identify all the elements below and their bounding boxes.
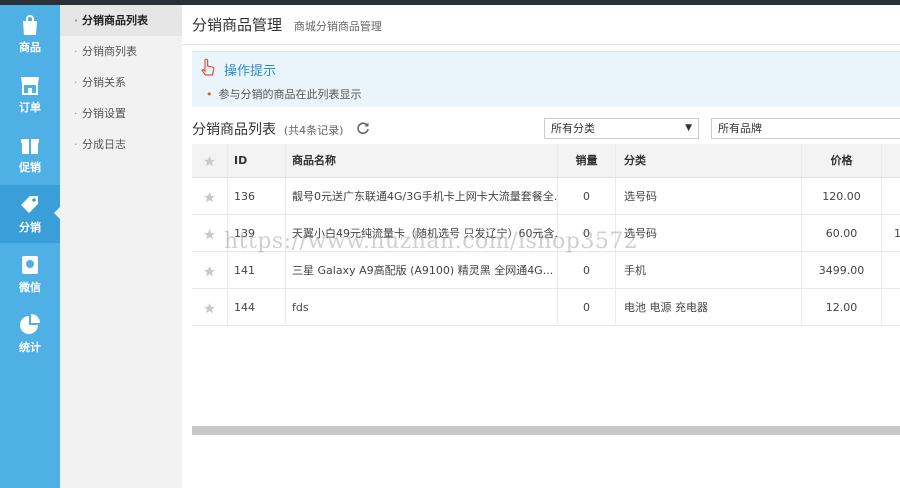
nav-item-stats[interactable]: 统计 [0, 305, 60, 363]
cell-price: 3499.00 [802, 252, 882, 288]
column-header-id[interactable]: ID [228, 144, 286, 177]
store-icon [21, 77, 39, 95]
wechat-icon [22, 256, 38, 274]
pie-chart-icon [20, 314, 40, 334]
cell-stock: 200 [882, 178, 900, 214]
shopping-bag-icon [23, 15, 37, 35]
cell-id: 136 [228, 178, 286, 214]
cell-name[interactable]: fds [286, 289, 558, 325]
star-icon [204, 228, 215, 239]
brand-select-value: 所有品牌 [718, 122, 762, 135]
bullet-icon: • [206, 88, 213, 101]
nav-item-promotion[interactable]: 促销 [0, 125, 60, 183]
cell-category: 选号码 [616, 215, 802, 251]
caret-down-icon: ▼ [685, 123, 692, 133]
nav-label: 商品 [19, 41, 41, 54]
cell-stock: 300 [882, 252, 900, 288]
submenu-item-distributor-list[interactable]: · 分销商列表 [60, 36, 182, 67]
nav-label: 分销 [19, 221, 41, 234]
page-title: 分销商品管理 [192, 16, 283, 34]
star-cell[interactable] [192, 215, 228, 251]
tips-title: 操作提示 [224, 64, 277, 79]
brand-select[interactable]: 所有品牌 [711, 118, 900, 139]
cell-sales: 0 [558, 252, 616, 288]
table-row[interactable]: 144 fds 0 电池 电源 充电器 12.00 1 [192, 289, 900, 326]
nav-item-orders[interactable]: 订单 [0, 65, 60, 123]
nav-label: 订单 [19, 101, 41, 114]
horizontal-scrollbar[interactable] [192, 426, 900, 435]
cell-id: 144 [228, 289, 286, 325]
submenu-label: 分销商列表 [82, 45, 137, 58]
gift-icon [21, 139, 39, 154]
submenu-item-goods-list[interactable]: · 分销商品列表 [60, 5, 182, 36]
star-cell[interactable] [192, 252, 228, 288]
page-header: 分销商品管理 商城分销商品管理 [192, 14, 382, 38]
star-icon [204, 155, 215, 166]
nav-item-goods[interactable]: 商品 [0, 5, 60, 63]
submenu-label: 分成日志 [82, 138, 126, 151]
record-count: (共4条记录) [283, 124, 344, 137]
column-header-stock[interactable]: 库存 [882, 144, 900, 177]
cell-stock: 1000 [894, 227, 900, 240]
submenu-item-settings[interactable]: · 分销设置 [60, 98, 182, 129]
cell-price: 12.00 [802, 289, 882, 325]
page-subtitle: 商城分销商品管理 [293, 20, 382, 33]
cell-category: 电池 电源 充电器 [616, 289, 802, 325]
nav-label: 微信 [19, 281, 41, 294]
tips-panel: 操作提示 • 参与分销的商品在此列表显示 [192, 51, 900, 107]
column-header-category[interactable]: 分类 [616, 144, 802, 177]
cell-price: 60.00 [802, 215, 882, 251]
column-header-name[interactable]: 商品名称 [286, 144, 558, 177]
submenu-label: 分销关系 [82, 76, 126, 89]
table-row[interactable]: 136 靓号0元送广东联通4G/3G手机卡上网卡大流量套餐全... 0 选号码 … [192, 178, 900, 215]
star-cell[interactable] [192, 289, 228, 325]
submenu-label: 分销商品列表 [82, 14, 148, 27]
star-icon [204, 265, 215, 276]
category-select-value: 所有分类 [551, 122, 595, 135]
header-star-cell [192, 144, 228, 177]
star-cell[interactable] [192, 178, 228, 214]
nav-label: 统计 [19, 341, 41, 354]
cell-stock: 1 [882, 289, 900, 325]
column-header-sales[interactable]: 销量 [558, 144, 616, 177]
submenu-label: 分销设置 [82, 107, 126, 120]
table-header-row: ID 商品名称 销量 分类 价格 库存 [192, 144, 900, 178]
cell-name[interactable]: 三星 Galaxy A9高配版 (A9100) 精灵黑 全网通4G... [286, 252, 558, 288]
main-nav: 商品 订单 促销 分销 微信 统计 [0, 5, 60, 488]
list-title: 分销商品列表 [192, 122, 276, 138]
list-header: 分销商品列表 (共4条记录) [192, 119, 343, 139]
sub-menu: · 分销商品列表 · 分销商列表 · 分销关系 · 分销设置 · 分成日志 [60, 5, 182, 488]
star-icon [204, 191, 215, 202]
star-icon [204, 302, 215, 313]
cell-id: 141 [228, 252, 286, 288]
watermark: https://www.huzhan.com/ishop3572 [224, 229, 639, 254]
nav-item-wechat[interactable]: 微信 [0, 245, 60, 303]
cell-category: 手机 [616, 252, 802, 288]
cell-sales: 0 [558, 289, 616, 325]
tag-icon [21, 196, 38, 213]
cell-price: 120.00 [802, 178, 882, 214]
nav-item-distribution[interactable]: 分销 [0, 185, 60, 243]
hand-pointer-icon [201, 58, 215, 76]
cell-name[interactable]: 靓号0元送广东联通4G/3G手机卡上网卡大流量套餐全... [286, 178, 558, 214]
submenu-item-commission-log[interactable]: · 分成日志 [60, 129, 182, 160]
refresh-icon[interactable] [356, 121, 370, 135]
submenu-item-relation[interactable]: · 分销关系 [60, 67, 182, 98]
nav-label: 促销 [19, 161, 41, 174]
tips-text: 参与分销的商品在此列表显示 [218, 88, 362, 101]
divider [182, 44, 900, 45]
table-row[interactable]: 141 三星 Galaxy A9高配版 (A9100) 精灵黑 全网通4G...… [192, 252, 900, 289]
tips-text-row: • 参与分销的商品在此列表显示 [206, 86, 362, 102]
column-header-price[interactable]: 价格 [802, 144, 882, 177]
cell-category: 选号码 [616, 178, 802, 214]
cell-sales: 0 [558, 178, 616, 214]
category-select[interactable]: 所有分类 ▼ [544, 118, 699, 139]
